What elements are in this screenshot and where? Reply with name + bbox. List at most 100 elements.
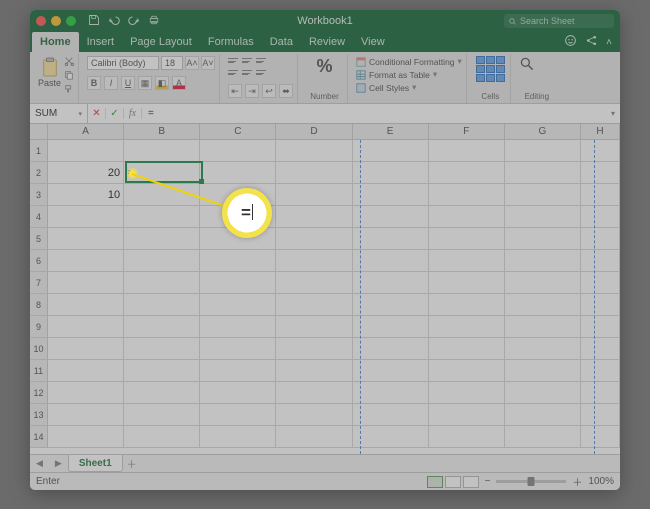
cell[interactable] bbox=[581, 140, 620, 162]
search-input[interactable]: Search Sheet bbox=[504, 14, 614, 28]
row-header[interactable]: 9 bbox=[30, 316, 48, 338]
name-box[interactable]: SUM bbox=[30, 104, 88, 123]
cell[interactable] bbox=[429, 184, 505, 206]
cell[interactable] bbox=[276, 360, 352, 382]
cell[interactable] bbox=[505, 184, 581, 206]
cell[interactable] bbox=[200, 228, 276, 250]
cell[interactable] bbox=[124, 360, 200, 382]
sheet-nav-next-icon[interactable]: ▶ bbox=[49, 458, 68, 469]
column-header[interactable]: B bbox=[124, 124, 200, 140]
cell[interactable] bbox=[276, 184, 352, 206]
cell[interactable] bbox=[200, 316, 276, 338]
cell[interactable] bbox=[48, 338, 124, 360]
zoom-level[interactable]: 100% bbox=[588, 476, 614, 487]
increase-indent-icon[interactable]: ⇥ bbox=[245, 84, 259, 98]
cell[interactable] bbox=[581, 184, 620, 206]
cell[interactable] bbox=[429, 228, 505, 250]
tab-formulas[interactable]: Formulas bbox=[200, 32, 262, 52]
cell[interactable]: 20 bbox=[48, 162, 124, 184]
find-button[interactable] bbox=[519, 56, 535, 72]
font-color-button[interactable]: A bbox=[172, 76, 186, 90]
cell[interactable] bbox=[429, 294, 505, 316]
cell[interactable] bbox=[353, 294, 429, 316]
tab-data[interactable]: Data bbox=[262, 32, 301, 52]
cell[interactable] bbox=[276, 316, 352, 338]
cell[interactable] bbox=[581, 360, 620, 382]
cell[interactable] bbox=[124, 338, 200, 360]
cell[interactable] bbox=[505, 426, 581, 448]
cell[interactable] bbox=[353, 426, 429, 448]
row-header[interactable]: 6 bbox=[30, 250, 48, 272]
cell[interactable] bbox=[581, 338, 620, 360]
cell[interactable] bbox=[48, 250, 124, 272]
cell[interactable] bbox=[353, 140, 429, 162]
minimize-window-button[interactable] bbox=[51, 16, 61, 26]
column-header[interactable]: G bbox=[505, 124, 581, 140]
cell[interactable] bbox=[48, 206, 124, 228]
cell[interactable] bbox=[505, 272, 581, 294]
copy-icon[interactable] bbox=[64, 70, 74, 82]
zoom-window-button[interactable] bbox=[66, 16, 76, 26]
cell[interactable]: 10 bbox=[48, 184, 124, 206]
worksheet-grid[interactable]: ABCDEFGH 1234567891011121314 20=10 bbox=[30, 124, 620, 454]
cell[interactable] bbox=[505, 316, 581, 338]
cell[interactable] bbox=[200, 426, 276, 448]
cell[interactable] bbox=[200, 382, 276, 404]
cell[interactable] bbox=[353, 316, 429, 338]
column-header[interactable]: F bbox=[429, 124, 505, 140]
increase-font-icon[interactable]: A˄ bbox=[185, 56, 199, 70]
italic-button[interactable]: I bbox=[104, 76, 118, 90]
row-header[interactable]: 4 bbox=[30, 206, 48, 228]
cell[interactable] bbox=[353, 382, 429, 404]
decrease-indent-icon[interactable]: ⇤ bbox=[228, 84, 242, 98]
column-header[interactable]: A bbox=[48, 124, 124, 140]
cell[interactable] bbox=[581, 404, 620, 426]
row-header[interactable]: 3 bbox=[30, 184, 48, 206]
zoom-in-button[interactable]: ＋ bbox=[572, 474, 582, 489]
fill-color-button[interactable]: ◧ bbox=[155, 76, 169, 90]
cell[interactable] bbox=[124, 294, 200, 316]
format-as-table-button[interactable]: Format as Table▾ bbox=[356, 69, 462, 80]
enter-icon[interactable]: ✓ bbox=[106, 108, 124, 119]
cell[interactable] bbox=[581, 426, 620, 448]
row-header[interactable]: 10 bbox=[30, 338, 48, 360]
cell-styles-button[interactable]: Cell Styles▾ bbox=[356, 82, 462, 93]
cell[interactable] bbox=[505, 162, 581, 184]
cell[interactable] bbox=[200, 206, 276, 228]
cell[interactable] bbox=[48, 426, 124, 448]
add-sheet-button[interactable]: ＋ bbox=[123, 456, 141, 471]
tab-page-layout[interactable]: Page Layout bbox=[122, 32, 200, 52]
cell[interactable] bbox=[48, 316, 124, 338]
font-size-select[interactable]: 18 bbox=[161, 56, 183, 70]
cell[interactable] bbox=[581, 382, 620, 404]
zoom-slider[interactable] bbox=[496, 480, 566, 483]
cell[interactable] bbox=[581, 228, 620, 250]
cell[interactable] bbox=[581, 316, 620, 338]
save-icon[interactable] bbox=[88, 14, 100, 29]
cell[interactable] bbox=[581, 162, 620, 184]
font-name-select[interactable]: Calibri (Body) bbox=[87, 56, 159, 70]
row-header[interactable]: 12 bbox=[30, 382, 48, 404]
cell[interactable] bbox=[124, 426, 200, 448]
cell[interactable] bbox=[124, 184, 200, 206]
cell[interactable] bbox=[429, 272, 505, 294]
cell[interactable] bbox=[276, 272, 352, 294]
cell[interactable] bbox=[124, 228, 200, 250]
cell[interactable] bbox=[276, 382, 352, 404]
cell[interactable] bbox=[200, 338, 276, 360]
cell[interactable] bbox=[124, 250, 200, 272]
format-painter-icon[interactable] bbox=[64, 84, 74, 96]
column-header[interactable]: C bbox=[200, 124, 276, 140]
cell[interactable] bbox=[581, 206, 620, 228]
cell[interactable] bbox=[429, 250, 505, 272]
decrease-font-icon[interactable]: A˅ bbox=[201, 56, 215, 70]
wrap-text-icon[interactable]: ↩ bbox=[262, 84, 276, 98]
row-header[interactable]: 8 bbox=[30, 294, 48, 316]
cell[interactable] bbox=[353, 338, 429, 360]
cell[interactable] bbox=[581, 250, 620, 272]
cell[interactable] bbox=[429, 206, 505, 228]
cell[interactable] bbox=[505, 382, 581, 404]
cell[interactable] bbox=[200, 294, 276, 316]
cell[interactable] bbox=[124, 404, 200, 426]
cell[interactable] bbox=[124, 140, 200, 162]
